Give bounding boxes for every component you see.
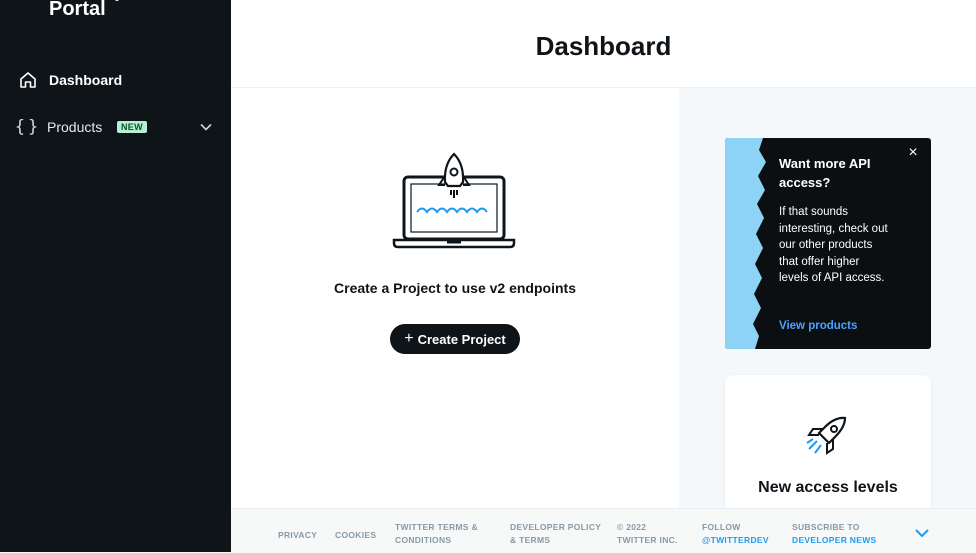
portal-title-fragment [115, 0, 119, 1]
footer-follow[interactable]: FOLLOW @TWITTERDEV [702, 521, 769, 547]
footer-devpolicy-line1: DEVELOPER POLICY [510, 522, 602, 532]
footer-copyright-line1: © 2022 [617, 522, 647, 532]
create-project-button[interactable]: + Create Project [390, 324, 520, 354]
footer-developer-policy-link[interactable]: DEVELOPER POLICY & TERMS [510, 521, 601, 547]
sidebar-item-dashboard[interactable]: Dashboard [0, 62, 231, 98]
sidebar-item-products[interactable]: {} Products NEW [0, 109, 231, 145]
footer-copyright: © 2022 TWITTER INC. [617, 521, 678, 547]
access-card-title: New access levels [758, 479, 898, 496]
view-products-link[interactable]: View products [779, 320, 857, 332]
footer-devpolicy-line2: & TERMS [510, 535, 551, 545]
footer-cookies-link[interactable]: COOKIES [335, 529, 376, 542]
footer-follow-handle: @TWITTERDEV [702, 535, 769, 545]
sidebar: Portal Dashboard {} Products NEW [0, 0, 231, 552]
rocket-icon [806, 416, 847, 455]
project-empty-state: Create a Project to use v2 endpoints + C… [231, 88, 679, 508]
create-project-label: Create Project [417, 331, 506, 347]
page-header: Dashboard [231, 3, 976, 88]
footer-terms-link[interactable]: TWITTER TERMS & CONDITIONS [395, 521, 478, 547]
footer-privacy-link[interactable]: PRIVACY [278, 529, 317, 542]
close-icon[interactable]: × [905, 145, 921, 161]
page-title: Dashboard [535, 31, 672, 61]
new-badge: NEW [117, 121, 147, 133]
footer: PRIVACY COOKIES TWITTER TERMS & CONDITIO… [231, 508, 976, 553]
main-area: Dashboard Create a Project to use v2 end… [231, 0, 976, 552]
api-access-promo-card: × Want more API access? If that sounds i… [725, 138, 931, 349]
sidebar-item-label: Dashboard [49, 72, 123, 88]
braces-icon: {} [14, 117, 42, 137]
chevron-down-icon[interactable] [914, 525, 930, 541]
footer-subscribe[interactable]: SUBSCRIBE TO DEVELOPER NEWS [792, 521, 877, 547]
footer-subscribe-line1: SUBSCRIBE TO [792, 522, 860, 532]
footer-subscribe-link: DEVELOPER NEWS [792, 535, 877, 545]
chevron-down-icon[interactable] [199, 120, 213, 134]
footer-follow-line1: FOLLOW [702, 522, 741, 532]
create-project-prompt: Create a Project to use v2 endpoints [334, 280, 576, 296]
promo-body: If that sounds interesting, check out ou… [779, 206, 888, 284]
home-icon [17, 69, 39, 91]
footer-copyright-line2: TWITTER INC. [617, 535, 678, 545]
laptop-rocket-illustration [392, 152, 516, 249]
plus-icon: + [404, 330, 414, 347]
portal-title: Portal [49, 0, 106, 20]
sidebar-item-label: Products [47, 119, 103, 135]
footer-terms-line2: CONDITIONS [395, 535, 452, 545]
footer-terms-line1: TWITTER TERMS & [395, 522, 478, 532]
promo-blue-texture [725, 138, 766, 349]
promo-title: Want more API access? [779, 156, 871, 190]
